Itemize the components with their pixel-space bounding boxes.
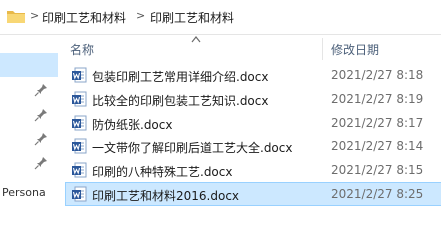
file-date-modified: 2021/2/27 8:15 bbox=[331, 163, 424, 178]
file-name: 印刷工艺和材料2016.docx bbox=[92, 189, 240, 203]
column-header-date-modified[interactable]: 修改日期 bbox=[331, 41, 379, 58]
breadcrumb-separator[interactable]: > bbox=[30, 9, 39, 22]
file-date-modified: 2021/2/27 8:18 bbox=[331, 68, 424, 82]
breadcrumb-item-current[interactable]: 印刷工艺和材料 bbox=[150, 9, 234, 26]
navigation-pane: Persona bbox=[0, 35, 58, 216]
breadcrumb-separator[interactable]: > bbox=[136, 9, 145, 22]
file-name: 比较全的印刷包装工艺知识.docx bbox=[92, 93, 269, 108]
address-bar[interactable]: > 印刷工艺和材料 > 印刷工艺和材料 bbox=[0, 0, 441, 35]
pin-icon[interactable] bbox=[34, 108, 48, 122]
file-name: 一文带你了解印刷后道工艺大全.docx bbox=[92, 141, 293, 156]
breadcrumb-item-parent[interactable]: 印刷工艺和材料 bbox=[42, 9, 126, 26]
file-row[interactable]: 一文带你了解印刷后道工艺大全.docx 2021/2/27 8:14 bbox=[66, 135, 441, 157]
file-row[interactable]: 防伪纸张.docx 2021/2/27 8:17 bbox=[66, 112, 441, 134]
word-document-icon bbox=[72, 67, 87, 83]
file-date-modified: 2021/2/27 8:19 bbox=[331, 91, 424, 106]
file-date-modified: 2021/2/27 8:25 bbox=[331, 187, 424, 201]
nav-item-personal[interactable]: Persona bbox=[2, 186, 46, 199]
column-divider[interactable] bbox=[322, 38, 323, 60]
word-document-icon bbox=[72, 162, 87, 178]
file-row[interactable]: 印刷工艺和材料2016.docx 2021/2/27 8:25 bbox=[65, 182, 441, 206]
file-date-modified: 2021/2/27 8:14 bbox=[331, 139, 424, 154]
file-row[interactable]: 包装印刷工艺常用详细介绍.docx 2021/2/27 8:18 bbox=[66, 64, 441, 86]
nav-item-selected[interactable] bbox=[0, 53, 58, 77]
file-name: 印刷的八种特殊工艺.docx bbox=[92, 165, 233, 180]
column-header-name[interactable]: 名称 bbox=[70, 41, 94, 58]
file-row[interactable]: 印刷的八种特殊工艺.docx 2021/2/27 8:15 bbox=[66, 159, 441, 181]
pin-icon[interactable] bbox=[34, 83, 48, 97]
folder-icon bbox=[7, 11, 25, 23]
file-name: 防伪纸张.docx bbox=[92, 117, 173, 132]
word-document-icon bbox=[72, 138, 87, 154]
word-document-icon bbox=[72, 115, 87, 131]
pin-icon[interactable] bbox=[34, 156, 48, 170]
file-date-modified: 2021/2/27 8:17 bbox=[331, 115, 424, 130]
sort-ascending-icon[interactable] bbox=[191, 35, 201, 43]
word-document-icon bbox=[72, 186, 87, 202]
file-list: 名称 修改日期 包装印刷工艺常用详细介绍.docx 2021/2/27 8:18 比… bbox=[58, 35, 441, 216]
file-name: 包装印刷工艺常用详细介绍.docx bbox=[92, 70, 269, 84]
word-document-icon bbox=[72, 91, 87, 107]
file-row[interactable]: 比较全的印刷包装工艺知识.docx 2021/2/27 8:19 bbox=[66, 88, 441, 110]
pin-icon[interactable] bbox=[34, 132, 48, 146]
